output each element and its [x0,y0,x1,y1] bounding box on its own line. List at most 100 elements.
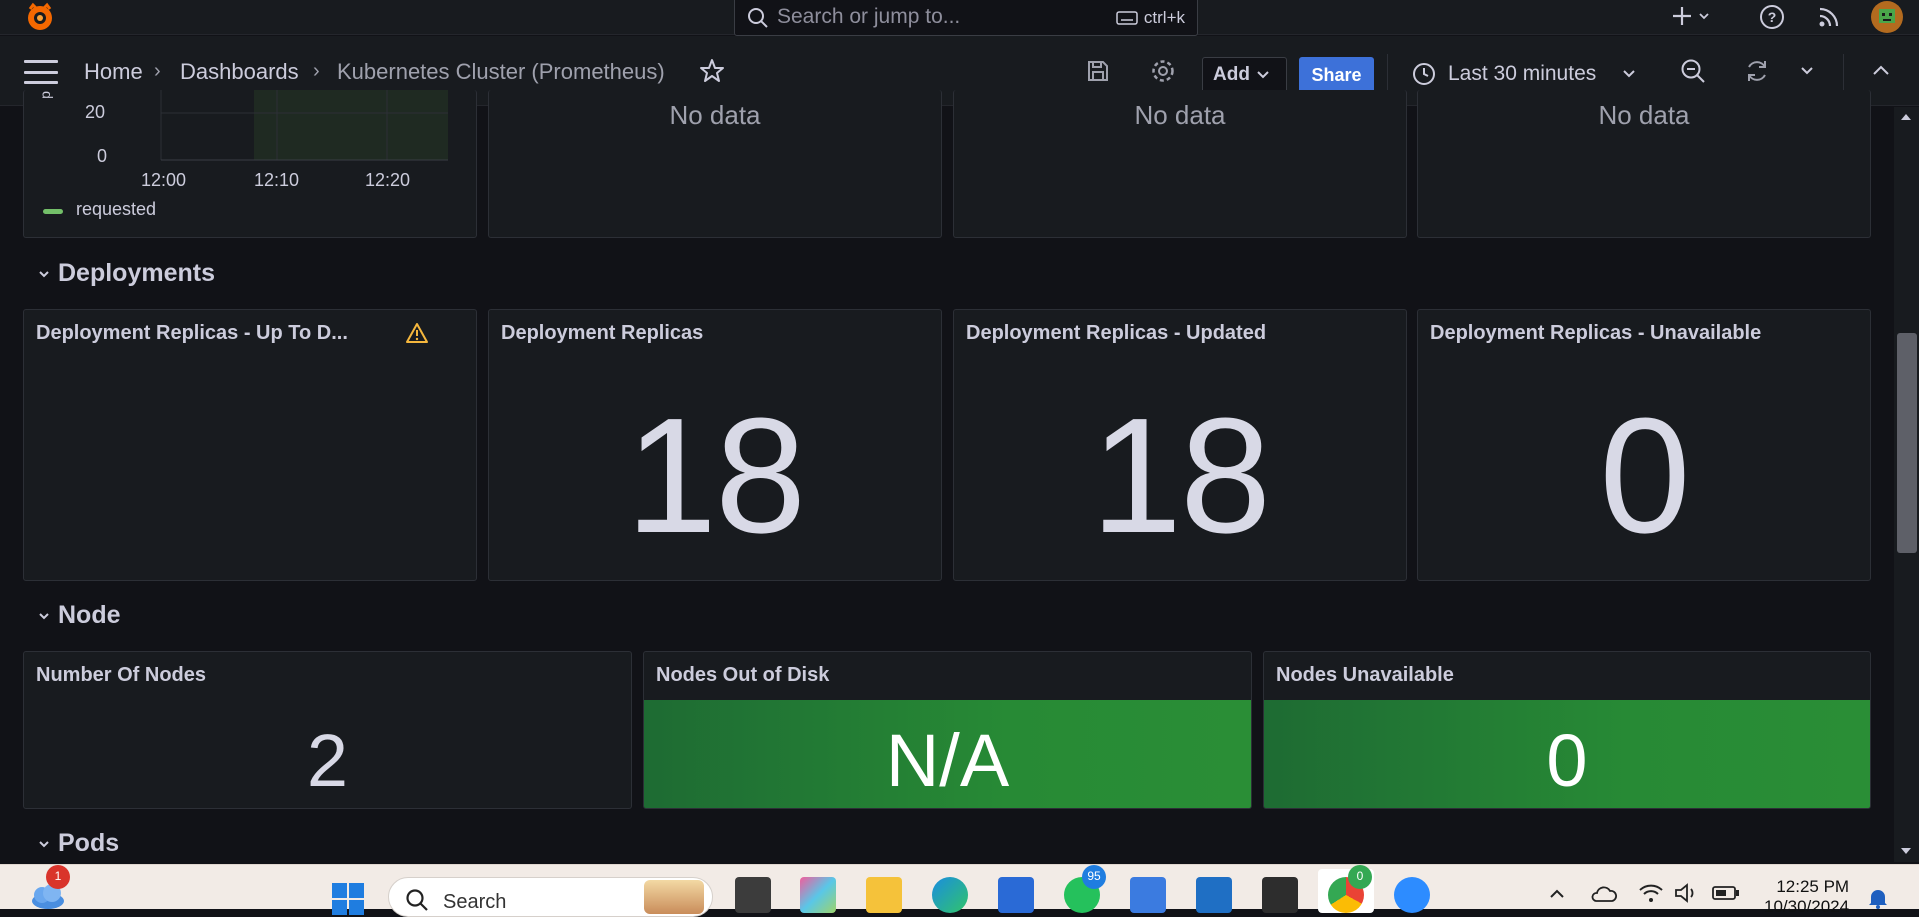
whatsapp-badge: 95 [1082,865,1106,889]
onedrive-cloud-icon[interactable] [1590,885,1618,903]
zoom-out-icon[interactable] [1680,58,1706,84]
panel-title: Nodes Unavailable [1276,664,1454,686]
taskbar-search-label: Search [443,891,507,913]
news-feed-icon[interactable] [1816,4,1842,30]
volume-icon[interactable] [1674,883,1700,903]
windows-start-icon[interactable] [330,881,366,917]
y-tick: 0 [97,146,108,166]
search-input[interactable]: Search or jump to... ctrl+k [734,0,1198,36]
panel-title: Deployment Replicas - Unavailable [1430,322,1762,344]
breadcrumb-dashboards[interactable]: Dashboards [180,59,299,85]
warning-icon[interactable] [405,322,429,344]
battery-icon[interactable] [1712,885,1740,901]
refresh-icon[interactable] [1744,58,1770,84]
app-icon[interactable] [800,877,836,913]
keyboard-icon [1116,11,1138,25]
x-tick: 12:20 [365,170,411,190]
no-data-panel: No data [488,90,942,238]
stat-panel-replicas-up-to-date[interactable]: Deployment Replicas - Up To D... [23,309,477,581]
x-tick: 12:00 [141,170,187,190]
search-icon [747,7,769,29]
y-tick: 20 [85,102,106,122]
vscode-icon[interactable] [1196,877,1232,913]
collapse-chevron-up-icon[interactable] [1872,64,1890,76]
panel-title: Deployment Replicas [501,322,704,344]
help-icon[interactable]: ? [1759,4,1785,30]
time-range-label: Last 30 minutes [1448,62,1597,85]
stat-panel-deployment-replicas[interactable]: Deployment Replicas 18 [488,309,942,581]
panel-title: Deployment Replicas - Up To D... [36,322,348,344]
scrollbar-thumb[interactable] [1897,333,1917,553]
row-header-pods[interactable]: Pods [38,829,119,858]
stat-panel-replicas-updated[interactable]: Deployment Replicas - Updated 18 [953,309,1407,581]
row-title: Deployments [58,259,215,287]
weather-badge: 1 [46,865,70,889]
notepad-icon[interactable] [1130,877,1166,913]
refresh-interval-chevron-icon[interactable] [1800,66,1814,76]
stat-value: 18 [625,384,806,567]
clock-icon [1413,63,1435,85]
breadcrumb-home[interactable]: Home [84,59,143,85]
notification-bell-icon[interactable] [1867,887,1889,909]
wifi-icon[interactable] [1638,883,1664,903]
star-icon[interactable] [699,58,725,84]
taskbar-search-box[interactable]: Search [388,877,713,917]
chevron-right-icon: › [154,60,161,82]
menu-icon[interactable] [24,60,58,84]
grafana-logo-icon[interactable] [24,1,56,33]
no-data-text: No data [1134,100,1226,130]
zoom-icon[interactable] [1394,877,1430,913]
svg-text:?: ? [1768,9,1777,25]
stat-value: 0 [1546,719,1588,802]
chrome-badge: 0 [1348,865,1372,889]
task-view-icon[interactable] [735,877,771,913]
panel-title: Number Of Nodes [36,664,207,686]
x-tick: 12:10 [254,170,300,190]
chevron-down-icon [1257,71,1269,79]
edge-browser-icon[interactable] [932,877,968,913]
chrome-browser-icon[interactable]: 0 [1328,865,1372,913]
clock-date: 10/30/2024 [1764,897,1850,916]
add-button-label: Add [1213,64,1250,85]
row-title: Pods [58,829,120,857]
stat-value: 2 [306,719,349,802]
panel-title: Nodes Out of Disk [656,664,830,686]
scroll-up-arrow-icon[interactable] [1899,112,1913,122]
file-explorer-icon[interactable] [866,877,902,913]
stat-background: 0 [1264,700,1870,808]
legend-swatch [43,209,63,214]
legend-label[interactable]: requested [76,199,156,220]
system-clock[interactable]: 12:25 PM 10/30/2024 [1764,877,1849,917]
stat-panel-nodes-unavailable[interactable]: Nodes Unavailable 0 [1263,651,1871,809]
chevron-up-icon[interactable] [1549,889,1565,899]
save-icon[interactable] [1085,58,1111,84]
time-range-picker[interactable]: Last 30 minutes [1412,56,1636,92]
terminal-icon[interactable] [1262,877,1298,913]
microsoft-store-icon[interactable] [998,877,1034,913]
requested-chart-panel[interactable]: p 20 0 12:00 12:10 12:20 requested [23,90,477,238]
new-plus-icon[interactable] [1670,4,1714,28]
top-bar: Search or jump to... ctrl+k ? [0,0,1919,36]
add-button[interactable]: Add [1202,57,1287,93]
settings-gear-icon[interactable] [1150,58,1176,84]
stat-panel-replicas-unavailable[interactable]: Deployment Replicas - Unavailable 0 [1417,309,1871,581]
chevron-down-icon [1623,70,1635,78]
clock-time: 12:25 PM [1776,877,1850,896]
panel-title: Deployment Replicas - Updated [966,322,1267,344]
stat-panel-number-of-nodes[interactable]: Number Of Nodes 2 [23,651,632,809]
row-title: Node [58,601,121,629]
share-button[interactable]: Share [1299,57,1374,93]
whatsapp-icon[interactable]: 95 [1064,865,1106,913]
search-placeholder: Search or jump to... [777,5,961,28]
scroll-down-arrow-icon[interactable] [1899,846,1913,856]
user-avatar[interactable] [1870,0,1904,34]
search-shortcut: ctrl+k [1143,8,1185,27]
row-header-deployments[interactable]: Deployments [38,259,215,288]
stat-background: N/A [644,700,1251,808]
weather-icon[interactable]: 1 [28,865,70,909]
no-data-panel: No data [1417,90,1871,238]
row-header-node[interactable]: Node [38,601,121,630]
stat-value: N/A [885,719,1010,802]
stat-panel-nodes-out-of-disk[interactable]: Nodes Out of Disk N/A [643,651,1252,809]
stat-value: 0 [1599,384,1690,567]
